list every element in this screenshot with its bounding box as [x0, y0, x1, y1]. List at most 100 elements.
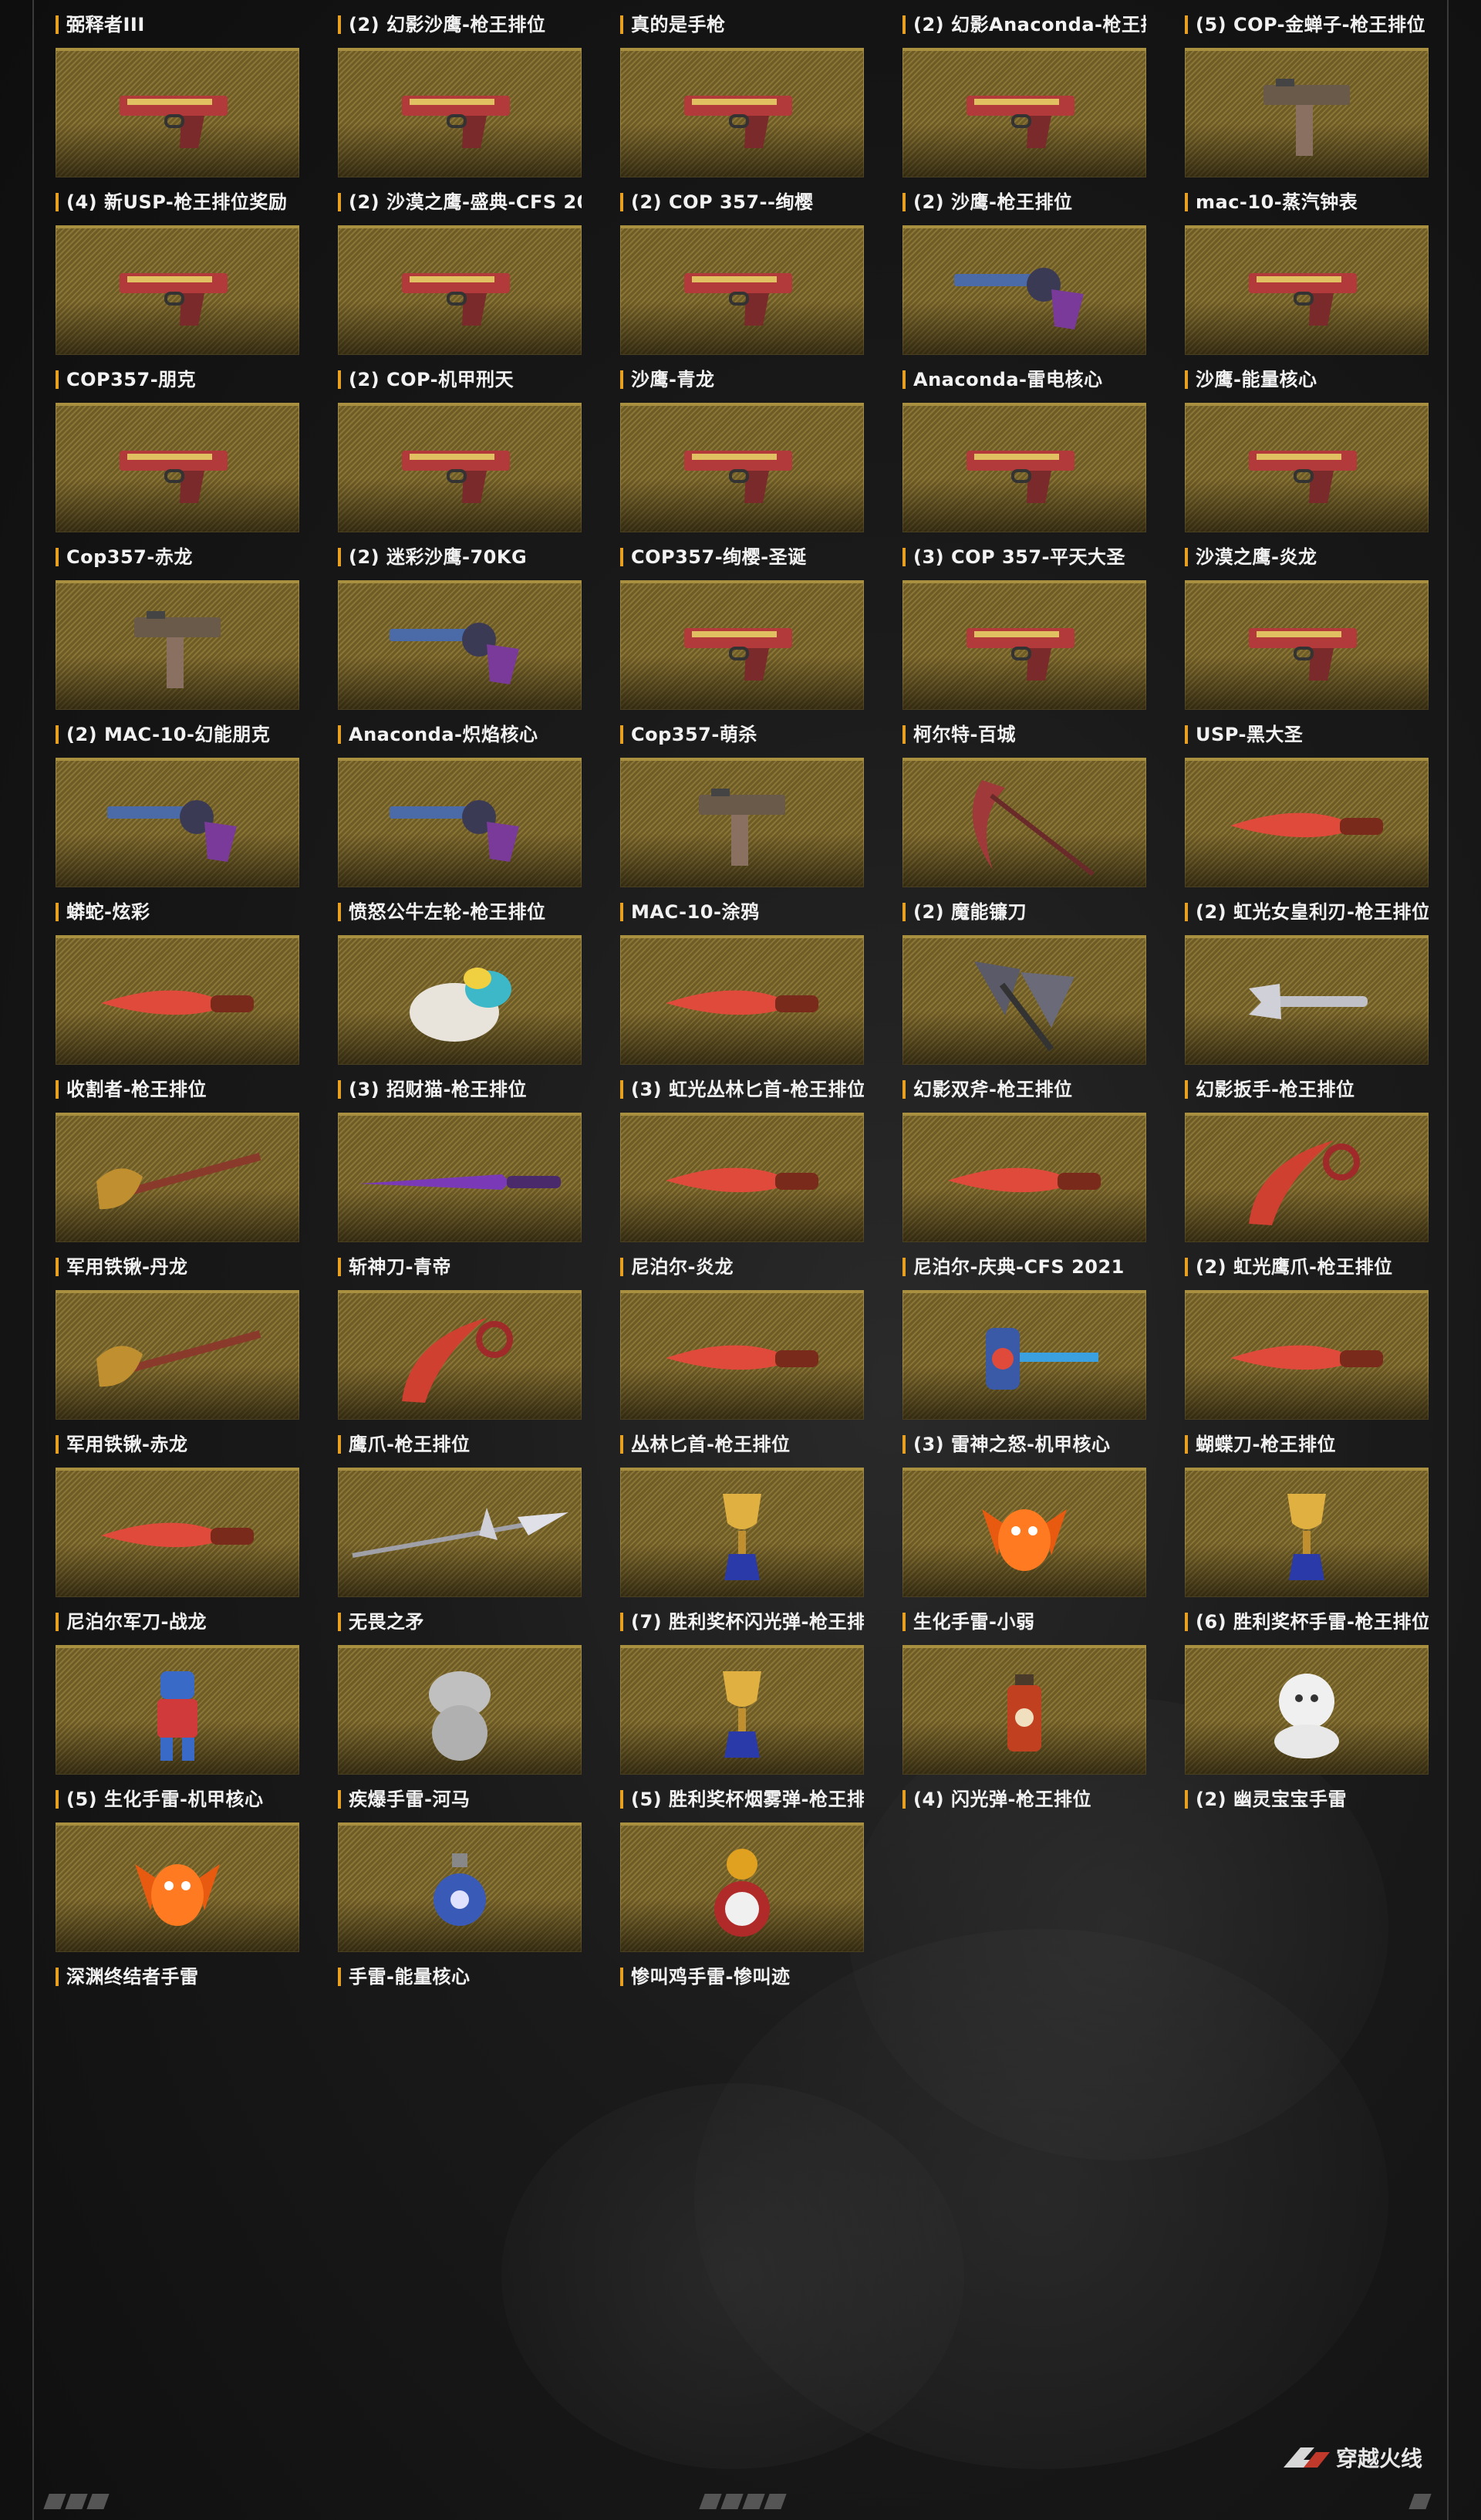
item-card[interactable]: 无畏之矛: [338, 1468, 582, 1645]
label-accent-bar: [56, 15, 59, 34]
item-card[interactable]: 军用铁锹-丹龙: [56, 1113, 299, 1290]
item-card[interactable]: 尼泊尔-炎龙: [620, 1113, 864, 1290]
item-card[interactable]: (6) 胜利奖杯手雷-枪王排位: [1185, 1468, 1429, 1645]
item-card[interactable]: COP357-绚樱-圣诞: [620, 403, 864, 580]
item-card[interactable]: Anaconda-炽焰核心: [338, 580, 582, 758]
pistol-icon: [676, 614, 808, 687]
item-card[interactable]: (2) 幻影沙鹰-枪王排位: [338, 0, 582, 48]
label-accent-bar: [902, 15, 906, 34]
item-card[interactable]: (3) 招财猫-枪王排位: [338, 935, 582, 1113]
item-thumbnail: [902, 935, 1146, 1065]
label-accent-bar: [902, 548, 906, 566]
label-accent-bar: [338, 725, 341, 744]
item-card[interactable]: (2) MAC-10-幻能朋克: [56, 580, 299, 758]
item-card[interactable]: 疾爆手雷-河马: [338, 1645, 582, 1822]
item-card[interactable]: (2) 幻影Anaconda-枪王排位: [902, 0, 1146, 48]
item-card[interactable]: (3) 虹光丛林匕首-枪王排位: [620, 935, 864, 1113]
item-card[interactable]: 蟒蛇-炫彩: [56, 758, 299, 935]
knife-icon: [96, 1509, 258, 1566]
item-label: 军用铁锹-丹龙: [66, 1256, 188, 1278]
item-card[interactable]: 尼泊尔-庆典-CFS 2021: [902, 1113, 1146, 1290]
item-card[interactable]: Cop357-萌杀: [620, 580, 864, 758]
item-card[interactable]: 幻影双斧-枪王排位: [902, 935, 1146, 1113]
item-card[interactable]: (3) COP 357-平天大圣: [902, 403, 1146, 580]
item-label: 丛林匕首-枪王排位: [631, 1434, 791, 1455]
item-card[interactable]: (2) 魔能镰刀: [902, 758, 1146, 935]
claw-icon: [1233, 1131, 1380, 1235]
item-label: (4) 闪光弹-枪王排位: [913, 1789, 1091, 1810]
label-accent-bar: [620, 1968, 623, 1986]
item-card[interactable]: 沙鹰-青龙: [620, 225, 864, 403]
item-card[interactable]: (3) 雷神之怒-机甲核心: [902, 1290, 1146, 1468]
item-card[interactable]: COP357-朋克: [56, 225, 299, 403]
item-thumbnail: [338, 1113, 582, 1242]
item-card[interactable]: 收割者-枪王排位: [56, 935, 299, 1113]
item-card[interactable]: (2) 幽灵宝宝手雷: [1185, 1645, 1429, 1822]
item-card[interactable]: 沙鹰-能量核心: [1185, 225, 1429, 403]
label-accent-bar: [56, 1968, 59, 1986]
item-thumbnail: [902, 1290, 1146, 1420]
item-card[interactable]: 愤怒公牛左轮-枪王排位: [338, 758, 582, 935]
label-accent-bar: [902, 1258, 906, 1276]
item-card[interactable]: (2) 沙漠之鹰-盛典-CFS 2021: [338, 48, 582, 225]
pistol-icon: [1241, 259, 1372, 332]
item-card[interactable]: 手雷-能量核心: [338, 1822, 582, 2000]
item-card[interactable]: (2) COP 357--绚樱: [620, 48, 864, 225]
knife-icon: [661, 1332, 823, 1389]
item-card[interactable]: (4) 新USP-枪王排位奖励: [56, 48, 299, 225]
item-label: mac-10-蒸汽钟表: [1196, 191, 1358, 213]
item-card[interactable]: (2) 虹光女皇利刃-枪王排位: [1185, 758, 1429, 935]
item-card[interactable]: 军用铁锹-赤龙: [56, 1290, 299, 1468]
item-card[interactable]: 弼释者III: [56, 0, 299, 48]
item-card[interactable]: (4) 闪光弹-枪王排位: [902, 1645, 1146, 1822]
item-card[interactable]: (7) 胜利奖杯闪光弹-枪王排位: [620, 1468, 864, 1645]
item-card[interactable]: 惨叫鸡手雷-惨叫迹: [620, 1822, 864, 2000]
item-card[interactable]: 深渊终结者手雷: [56, 1822, 299, 2000]
item-card[interactable]: Anaconda-雷电核心: [902, 225, 1146, 403]
hippo-icon: [417, 1664, 502, 1767]
pistol-icon: [959, 614, 1090, 687]
item-card[interactable]: (2) COP-机甲刑天: [338, 225, 582, 403]
label-accent-bar: [902, 370, 906, 389]
item-thumbnail: [902, 1645, 1146, 1775]
pistol-icon: [1241, 437, 1372, 509]
smg-icon: [1253, 74, 1361, 162]
item-thumbnail: [338, 1468, 582, 1597]
item-card[interactable]: MAC-10-涂鸦: [620, 758, 864, 935]
item-card[interactable]: (2) 迷彩沙鹰-70KG: [338, 403, 582, 580]
item-card[interactable]: 蝴蝶刀-枪王排位: [1185, 1290, 1429, 1468]
spear-icon: [348, 1502, 572, 1574]
item-card[interactable]: Cop357-赤龙: [56, 403, 299, 580]
item-card[interactable]: 丛林匕首-枪王排位: [620, 1290, 864, 1468]
item-card[interactable]: (5) 生化手雷-机甲核心: [56, 1645, 299, 1822]
item-card[interactable]: 斩神刀-青帝: [338, 1113, 582, 1290]
bottom-deco-right: [1408, 2494, 1432, 2509]
item-thumbnail: [620, 1645, 864, 1775]
item-card[interactable]: (5) 胜利奖杯烟雾弹-枪王排位: [620, 1645, 864, 1822]
item-card[interactable]: 幻影扳手-枪王排位: [1185, 935, 1429, 1113]
item-thumbnail: [1185, 580, 1429, 710]
label-accent-bar: [1185, 370, 1188, 389]
label-accent-bar: [56, 1258, 59, 1276]
item-card[interactable]: USP-黑大圣: [1185, 580, 1429, 758]
item-card[interactable]: 鹰爪-枪王排位: [338, 1290, 582, 1468]
item-card[interactable]: mac-10-蒸汽钟表: [1185, 48, 1429, 225]
item-card[interactable]: 真的是手枪: [620, 0, 864, 48]
item-card[interactable]: 尼泊尔军刀-战龙: [56, 1468, 299, 1645]
item-label: Anaconda-雷电核心: [913, 369, 1103, 390]
item-card[interactable]: (2) 沙鹰-枪王排位: [902, 48, 1146, 225]
item-card[interactable]: (2) 虹光鹰爪-枪王排位: [1185, 1113, 1429, 1290]
item-label: (2) 幻影Anaconda-枪王排位: [913, 14, 1146, 35]
pistol-icon: [959, 437, 1090, 509]
shovel-icon: [89, 1320, 266, 1400]
item-card[interactable]: 柯尔特-百城: [902, 580, 1146, 758]
item-card[interactable]: 生化手雷-小弱: [902, 1468, 1146, 1645]
item-card[interactable]: 沙漠之鹰-炎龙: [1185, 403, 1429, 580]
creature-icon: [974, 1486, 1074, 1589]
label-accent-bar: [1185, 1435, 1188, 1454]
item-thumbnail: [338, 758, 582, 887]
item-card[interactable]: (5) COP-金蝉子-枪王排位: [1185, 0, 1429, 48]
item-label: 尼泊尔-庆典-CFS 2021: [913, 1256, 1125, 1278]
item-label: 沙漠之鹰-炎龙: [1196, 546, 1317, 568]
item-thumbnail: [338, 580, 582, 710]
